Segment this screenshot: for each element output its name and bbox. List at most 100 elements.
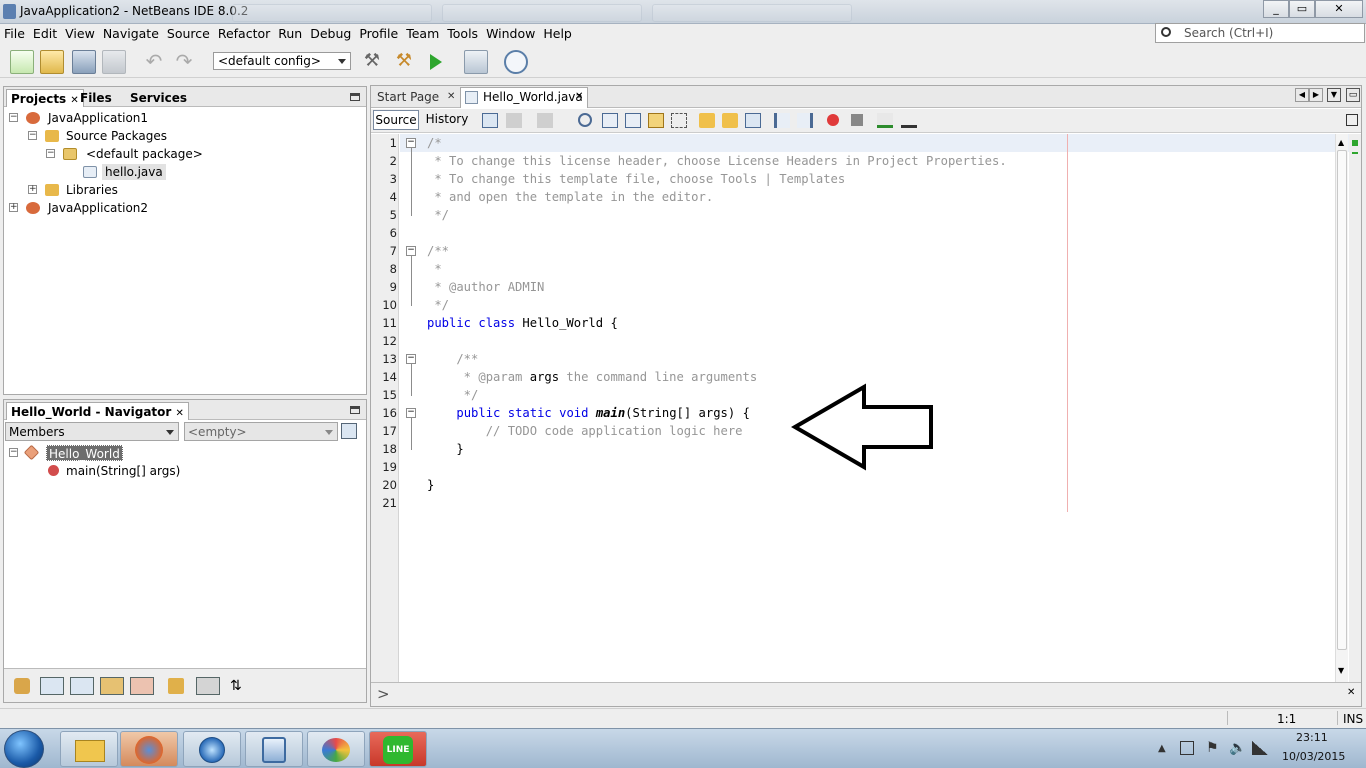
filter-select[interactable]: <empty> <box>184 422 338 441</box>
code-line[interactable]: * @param args the command line arguments <box>427 368 758 386</box>
code-line[interactable]: */ <box>427 206 449 224</box>
source-tab[interactable]: Source <box>373 110 419 130</box>
code-line[interactable]: /* <box>427 134 442 152</box>
fold-collapse-icon[interactable]: − <box>406 246 416 256</box>
code-line[interactable]: // TODO code application logic here <box>427 422 743 440</box>
redo-icon[interactable]: ↷ <box>172 50 196 74</box>
shift-right-icon[interactable] <box>797 113 813 128</box>
menu-source[interactable]: Source <box>163 24 214 41</box>
config-select[interactable]: <default config> <box>213 52 351 70</box>
vertical-scrollbar[interactable]: ▲ ▼ <box>1335 134 1348 682</box>
maximize-editor-icon[interactable]: ▭ <box>1346 88 1360 102</box>
scroll-thumb[interactable] <box>1337 150 1347 650</box>
paint-task-icon[interactable] <box>307 731 365 767</box>
close-icon[interactable]: ✕ <box>176 408 184 419</box>
uncomment-icon[interactable] <box>901 113 917 128</box>
fold-collapse-icon[interactable]: − <box>406 138 416 148</box>
members-select[interactable]: Members <box>5 422 179 441</box>
code-line[interactable]: public static void main(String[] args) { <box>427 404 750 422</box>
scroll-tabs-left-icon[interactable]: ◀ <box>1295 88 1309 102</box>
tab-files[interactable]: Files <box>76 89 116 107</box>
menu-view[interactable]: View <box>61 24 99 41</box>
background-tab-2[interactable] <box>442 4 642 22</box>
tab-projects[interactable]: Projects ✕ <box>6 89 84 107</box>
menu-debug[interactable]: Debug <box>306 24 355 41</box>
media-task-icon[interactable] <box>183 731 241 767</box>
code-line[interactable]: * and open the template in the editor. <box>427 188 713 206</box>
save-all-icon[interactable] <box>102 50 126 74</box>
navigator-options-icon[interactable] <box>341 423 357 439</box>
menu-team[interactable]: Team <box>402 24 443 41</box>
code-line[interactable]: /** <box>427 242 449 260</box>
start-button[interactable] <box>4 730 44 768</box>
firefox-task-icon[interactable] <box>120 731 178 767</box>
clock-date[interactable]: 10/03/2015 <box>1282 750 1345 763</box>
last-edit-icon[interactable] <box>482 113 498 128</box>
background-tab-3[interactable] <box>652 4 852 22</box>
stop-macro-icon[interactable] <box>851 114 863 126</box>
new-project-icon[interactable] <box>40 50 64 74</box>
virtualbox-task-icon[interactable] <box>245 731 303 767</box>
signal-tray-icon[interactable] <box>1252 741 1268 755</box>
back-icon[interactable] <box>506 113 522 128</box>
code-line[interactable]: * @author ADMIN <box>427 278 544 296</box>
filter-static-icon[interactable] <box>70 677 94 695</box>
inherited-members-icon[interactable] <box>14 678 30 694</box>
show-hidden-icons[interactable]: ▲ <box>1158 743 1166 754</box>
undo-icon[interactable]: ↶ <box>142 50 166 74</box>
menu-help[interactable]: Help <box>539 24 576 41</box>
close-button[interactable]: ✕ <box>1315 0 1363 18</box>
tab-hello-world-java[interactable]: Hello_World.java ✕ <box>460 87 588 108</box>
collapse-icon[interactable]: − <box>28 131 37 140</box>
chevron-right-icon[interactable]: > <box>377 685 390 703</box>
toggle-highlight-icon[interactable] <box>648 113 664 128</box>
flag-tray-icon[interactable]: ⚑ <box>1206 740 1219 756</box>
minimize-panel-icon[interactable] <box>350 93 360 101</box>
toggle-bookmark-icon[interactable] <box>745 113 761 128</box>
expand-icon[interactable]: + <box>9 203 18 212</box>
clock-time[interactable]: 23:11 <box>1296 731 1328 744</box>
menu-edit[interactable]: Edit <box>29 24 61 41</box>
minimize-button[interactable]: _ <box>1263 0 1289 18</box>
rect-selection-icon[interactable] <box>671 113 687 128</box>
start-macro-icon[interactable] <box>827 114 839 126</box>
menu-window[interactable]: Window <box>482 24 539 41</box>
history-tab[interactable]: History <box>423 110 471 130</box>
code-line[interactable]: * <box>427 260 441 278</box>
clean-build-icon[interactable]: ⚒ <box>392 50 416 74</box>
menu-run[interactable]: Run <box>274 24 306 41</box>
fold-collapse-icon[interactable]: − <box>406 408 416 418</box>
new-file-icon[interactable] <box>10 50 34 74</box>
tab-start-page[interactable]: Start Page ✕ <box>373 88 457 108</box>
code-line[interactable]: */ <box>427 296 449 314</box>
line-task-icon[interactable]: LINE <box>369 731 427 767</box>
forward-icon[interactable] <box>537 113 553 128</box>
code-line[interactable]: * To change this template file, choose T… <box>427 170 845 188</box>
menu-tools[interactable]: Tools <box>443 24 482 41</box>
explorer-task-icon[interactable] <box>60 731 118 767</box>
filter-nonpublic-icon[interactable] <box>100 677 124 695</box>
tab-navigator[interactable]: Hello_World - Navigator ✕ <box>6 402 189 420</box>
menu-file[interactable]: File <box>0 24 29 41</box>
search-input[interactable]: Search (Ctrl+I) <box>1155 23 1365 43</box>
code-line[interactable]: * To change this license header, choose … <box>427 152 1006 170</box>
menu-refactor[interactable]: Refactor <box>214 24 274 41</box>
menu-navigate[interactable]: Navigate <box>99 24 163 41</box>
sort-by-source-icon[interactable] <box>196 677 220 695</box>
profile-icon[interactable] <box>504 50 528 74</box>
run-icon[interactable] <box>426 50 446 74</box>
open-project-icon[interactable] <box>72 50 96 74</box>
comment-icon[interactable] <box>877 113 893 128</box>
split-editor-icon[interactable] <box>1346 114 1358 126</box>
maximize-button[interactable]: ▭ <box>1289 0 1315 18</box>
code-line[interactable]: public class Hello_World { <box>427 314 618 332</box>
sort-by-name-icon[interactable]: ⇅ <box>230 678 246 694</box>
fully-qualified-icon[interactable] <box>168 678 184 694</box>
menu-profile[interactable]: Profile <box>355 24 402 41</box>
debug-icon[interactable] <box>464 50 488 74</box>
find-previous-icon[interactable] <box>602 113 618 128</box>
expand-icon[interactable]: + <box>28 185 37 194</box>
network-tray-icon[interactable] <box>1180 741 1194 755</box>
next-bookmark-icon[interactable] <box>722 113 738 128</box>
volume-tray-icon[interactable]: 🔈 <box>1229 740 1246 756</box>
